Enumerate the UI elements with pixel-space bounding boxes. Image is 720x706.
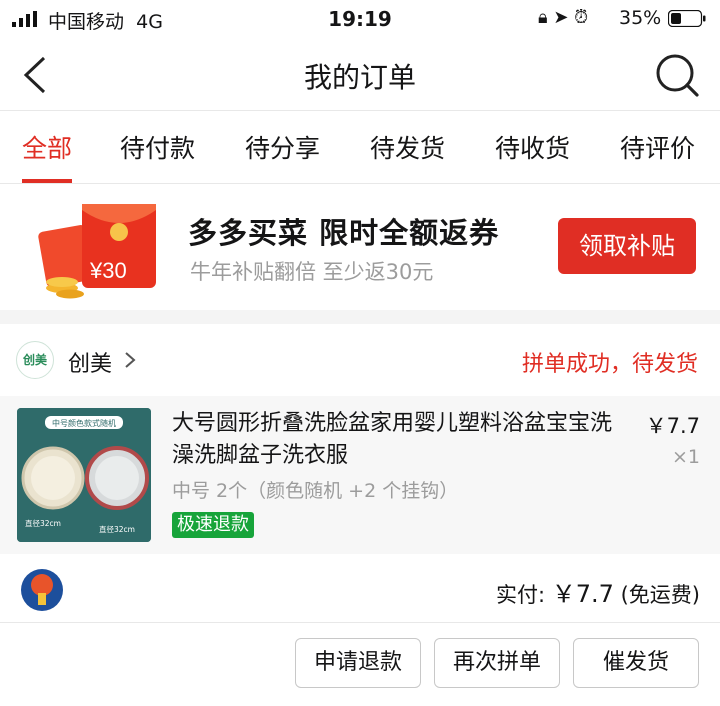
- paid-label: 实付:: [495, 583, 546, 607]
- tab-pending-receipt[interactable]: 待收货: [495, 129, 570, 183]
- shop-name[interactable]: 创美: [68, 346, 112, 378]
- order-tabs: 全部 待付款 待分享 待发货 待收货 待评价: [0, 111, 720, 184]
- battery-icon: [668, 10, 706, 27]
- promo-headline: 多多买菜 限时全额返券: [188, 216, 500, 250]
- basin-image: 中号颜色款式随机 直径32cm 直径32cm: [17, 408, 151, 542]
- payment-row: 实付: ￥7.7 (免运费): [0, 554, 720, 623]
- order-card: 创美 创美 拼单成功，待发货 中号颜色款式随机 直径32cm 直径32cm 大号…: [0, 324, 720, 706]
- envelope-amount: ¥30: [89, 258, 127, 283]
- paid-total: 实付: ￥7.7 (免运费): [496, 574, 700, 609]
- page-title: 我的订单: [303, 61, 416, 94]
- product-thumbnail[interactable]: 中号颜色款式随机 直径32cm 直径32cm: [17, 408, 151, 542]
- status-bar: 中国移动 4G 19:19 🔒︎ ➤ ⏰︎ 35%: [0, 0, 720, 38]
- tab-pending-shipment[interactable]: 待发货: [370, 129, 445, 183]
- product-spec: 中号 2个（颜色随机 +2 个挂钩）: [172, 480, 459, 502]
- thumb-dim-left: 直径32cm: [25, 518, 61, 528]
- tab-pending-share[interactable]: 待分享: [245, 129, 320, 183]
- order-status: 拼单成功，待发货: [521, 352, 698, 377]
- product-title[interactable]: 大号圆形折叠洗脸盆家用婴儿塑料浴盆宝宝洗澡洗脚盆子洗衣服: [172, 408, 632, 472]
- thumb-dim-right: 直径32cm: [99, 524, 135, 534]
- thumb-label: 中号颜色款式随机: [52, 418, 116, 428]
- paid-amount: ￥7.7: [551, 580, 614, 608]
- tab-all[interactable]: 全部: [22, 129, 73, 183]
- location-icon: ➤: [553, 7, 569, 28]
- alarm-icon: ⏰︎: [574, 7, 589, 28]
- battery-percent: 35%: [619, 7, 662, 29]
- product-quantity: ×1: [671, 446, 700, 468]
- shop-header[interactable]: 创美 创美 拼单成功，待发货: [0, 324, 720, 396]
- rotation-lock-icon: 🔒︎: [538, 7, 548, 28]
- tab-pending-payment[interactable]: 待付款: [120, 129, 195, 183]
- red-envelope-icon: ¥30: [38, 204, 156, 299]
- status-icons: 🔒︎ ➤ ⏰︎: [538, 7, 588, 28]
- status-time: 19:19: [328, 7, 392, 31]
- shop-logo: 创美: [16, 341, 54, 379]
- chevron-right-icon: [125, 352, 136, 368]
- active-tab-underline: [22, 179, 73, 183]
- courier-logo-icon: [21, 569, 63, 611]
- promo-banner[interactable]: ¥30 多多买菜 限时全额返券 牛年补贴翻倍 至少返30元 领取补贴: [0, 184, 720, 310]
- reorder-button[interactable]: 再次拼单: [434, 638, 560, 688]
- order-item[interactable]: 中号颜色款式随机 直径32cm 直径32cm 大号圆形折叠洗脸盆家用婴儿塑料浴盆…: [0, 396, 720, 554]
- product-price: ￥7.7: [645, 414, 700, 438]
- tab-pending-review[interactable]: 待评价: [620, 129, 695, 183]
- promo-subtext: 牛年补贴翻倍 至少返30元: [190, 260, 434, 284]
- search-icon[interactable]: [654, 52, 700, 98]
- fast-refund-badge: 极速退款: [172, 512, 254, 538]
- claim-subsidy-button[interactable]: 领取补贴: [558, 218, 696, 274]
- shipping-note: (免运费): [620, 583, 700, 607]
- urge-shipment-button[interactable]: 催发货: [573, 638, 699, 688]
- nav-bar: 我的订单: [0, 38, 720, 111]
- request-refund-button[interactable]: 申请退款: [295, 638, 421, 688]
